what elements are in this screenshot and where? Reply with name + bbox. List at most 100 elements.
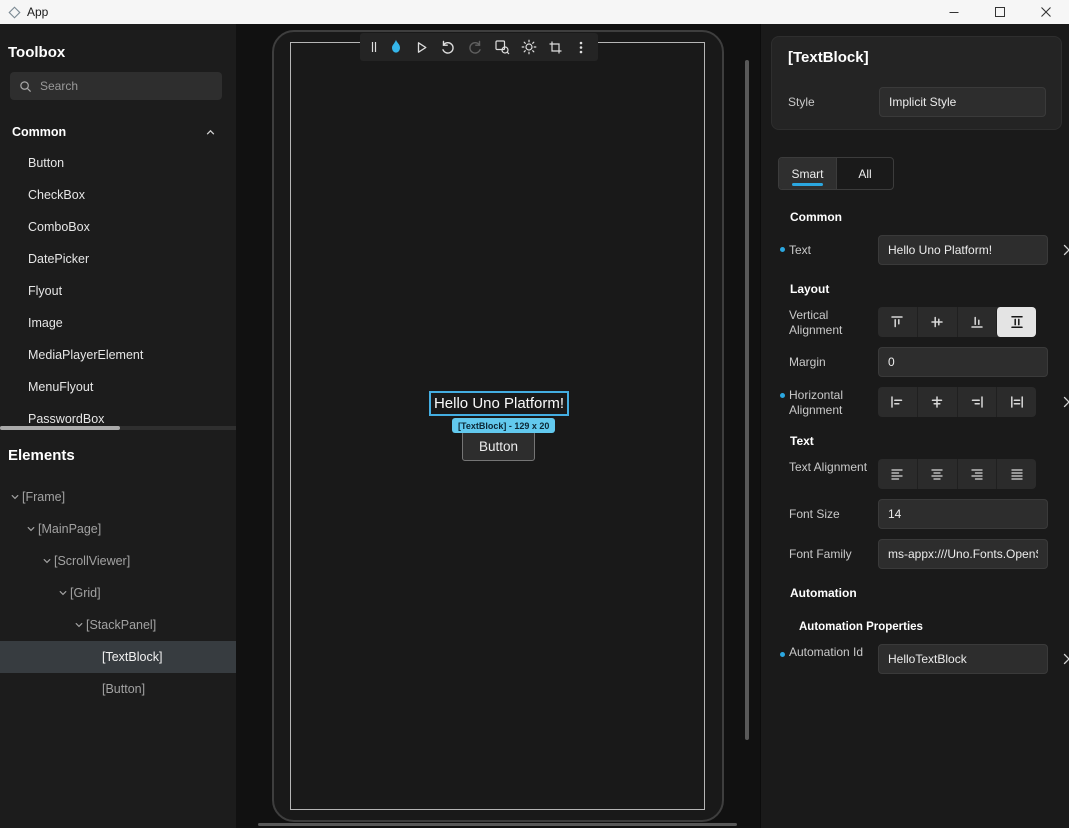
hello-text: Hello Uno Platform! (434, 395, 564, 412)
tab-all[interactable]: All (836, 158, 893, 189)
undo-icon[interactable] (440, 39, 456, 55)
canvas-button[interactable]: Button (462, 431, 535, 461)
section-layout-title: Layout (790, 282, 829, 296)
chevron-up-icon (205, 127, 216, 138)
section-text-title: Text (790, 434, 814, 448)
design-canvas: Hello Uno Platform! [TextBlock] - 129 x … (236, 24, 760, 828)
text-align-center-button[interactable] (917, 459, 957, 489)
canvas-vertical-scrollbar[interactable] (745, 60, 749, 740)
minimize-button[interactable] (931, 0, 977, 24)
halign-right-button[interactable] (957, 387, 997, 417)
tree-item-grid[interactable]: [Grid] (0, 577, 236, 609)
font-family-label: Font Family (789, 547, 871, 562)
selection-size-badge: [TextBlock] - 129 x 20 (452, 418, 555, 433)
theme-icon[interactable] (521, 39, 537, 55)
automation-id-label: Automation Id (789, 645, 871, 660)
redo-icon[interactable] (467, 39, 483, 55)
tree-item-mainpage[interactable]: [MainPage] (0, 513, 236, 545)
tree-item-textblock[interactable]: [TextBlock] (0, 641, 236, 673)
search-input[interactable] (40, 79, 213, 93)
halign-center-button[interactable] (917, 387, 957, 417)
valign-top-button[interactable] (878, 307, 917, 337)
toolbox-item[interactable]: ComboBox (0, 211, 236, 243)
toolbox-item[interactable]: Flyout (0, 275, 236, 307)
toolbox-item[interactable]: PasswordBox (0, 403, 236, 435)
chevron-down-icon[interactable] (24, 524, 38, 534)
margin-label: Margin (789, 355, 871, 370)
chevron-down-icon[interactable] (56, 588, 70, 598)
tree-item-label: [Button] (102, 682, 145, 696)
left-sidebar: Toolbox Common Button CheckBox ComboBox … (0, 24, 236, 828)
toolbox-item[interactable]: Button (0, 147, 236, 179)
chevron-down-icon[interactable] (8, 492, 22, 502)
search-icon (19, 80, 32, 93)
automation-id-input[interactable] (878, 644, 1048, 674)
window-title: App (27, 5, 48, 19)
clear-binding-icon[interactable] (1062, 243, 1069, 257)
vertical-alignment-group (878, 307, 1036, 337)
modified-dot (780, 652, 785, 657)
toolbox-item[interactable]: MediaPlayerElement (0, 339, 236, 371)
selected-element-title: [TextBlock] (788, 49, 869, 66)
play-icon[interactable] (414, 40, 429, 55)
style-input[interactable] (879, 87, 1046, 117)
tree-item-button[interactable]: [Button] (0, 673, 236, 705)
valign-bottom-button[interactable] (957, 307, 997, 337)
common-section-header[interactable]: Common (0, 118, 236, 146)
halign-stretch-button[interactable] (996, 387, 1036, 417)
more-menu-icon[interactable] (574, 40, 588, 55)
toolbox-search[interactable] (10, 72, 222, 100)
toolbox-item[interactable]: DatePicker (0, 243, 236, 275)
text-alignment-group (878, 459, 1036, 489)
scrollbar-thumb[interactable] (0, 426, 120, 430)
frame-icon[interactable] (548, 40, 563, 55)
style-label: Style (788, 87, 815, 117)
properties-panel: [TextBlock] Style Smart All Common Text … (760, 24, 1069, 828)
selected-textblock[interactable]: Hello Uno Platform! (429, 391, 569, 416)
toolbox-item[interactable]: CheckBox (0, 179, 236, 211)
clear-binding-icon[interactable] (1062, 395, 1069, 409)
valign-stretch-button[interactable] (996, 307, 1036, 337)
horizontal-alignment-group (878, 387, 1036, 417)
close-button[interactable] (1023, 0, 1069, 24)
text-align-left-button[interactable] (878, 459, 917, 489)
toolbox-scrollbar[interactable] (0, 426, 236, 430)
clear-binding-icon[interactable] (1062, 652, 1069, 666)
canvas-horizontal-scrollbar[interactable] (258, 823, 737, 826)
tree-item-label: [TextBlock] (102, 650, 162, 664)
inspector-tabs: Smart All (778, 157, 894, 190)
text-property-label: Text (789, 243, 871, 258)
selection-header-card: [TextBlock] Style (771, 36, 1062, 130)
tree-item-frame[interactable]: [Frame] (0, 481, 236, 513)
chevron-down-icon[interactable] (72, 620, 86, 630)
horizontal-alignment-label: Horizontal Alignment (789, 388, 871, 418)
halign-left-button[interactable] (878, 387, 917, 417)
font-size-input[interactable] (878, 499, 1048, 529)
toolbox-item[interactable]: MenuFlyout (0, 371, 236, 403)
maximize-button[interactable] (977, 0, 1023, 24)
tree-item-stackpanel[interactable]: [StackPanel] (0, 609, 236, 641)
chevron-down-icon[interactable] (40, 556, 54, 566)
drag-handle-icon[interactable] (370, 39, 378, 55)
tree-item-label: [MainPage] (38, 522, 101, 536)
elements-title: Elements (8, 447, 75, 464)
tab-smart[interactable]: Smart (779, 158, 836, 189)
app-body: Toolbox Common Button CheckBox ComboBox … (0, 24, 1069, 828)
text-align-right-button[interactable] (957, 459, 997, 489)
inspect-icon[interactable] (494, 39, 510, 55)
font-family-input[interactable] (878, 539, 1048, 569)
app-window: App Toolbox Common (0, 0, 1069, 828)
section-common-title: Common (790, 210, 842, 224)
margin-input[interactable] (878, 347, 1048, 377)
toolbox-item[interactable]: Image (0, 307, 236, 339)
common-section-label: Common (12, 125, 66, 139)
tree-item-scrollviewer[interactable]: [ScrollViewer] (0, 545, 236, 577)
tree-item-label: [ScrollViewer] (54, 554, 130, 568)
design-toolbar (360, 33, 598, 61)
valign-center-button[interactable] (917, 307, 957, 337)
text-align-justify-button[interactable] (996, 459, 1036, 489)
text-property-input[interactable] (878, 235, 1048, 265)
flame-icon[interactable] (389, 39, 403, 55)
toolbox-title: Toolbox (8, 44, 65, 61)
app-logo-icon (8, 6, 21, 19)
